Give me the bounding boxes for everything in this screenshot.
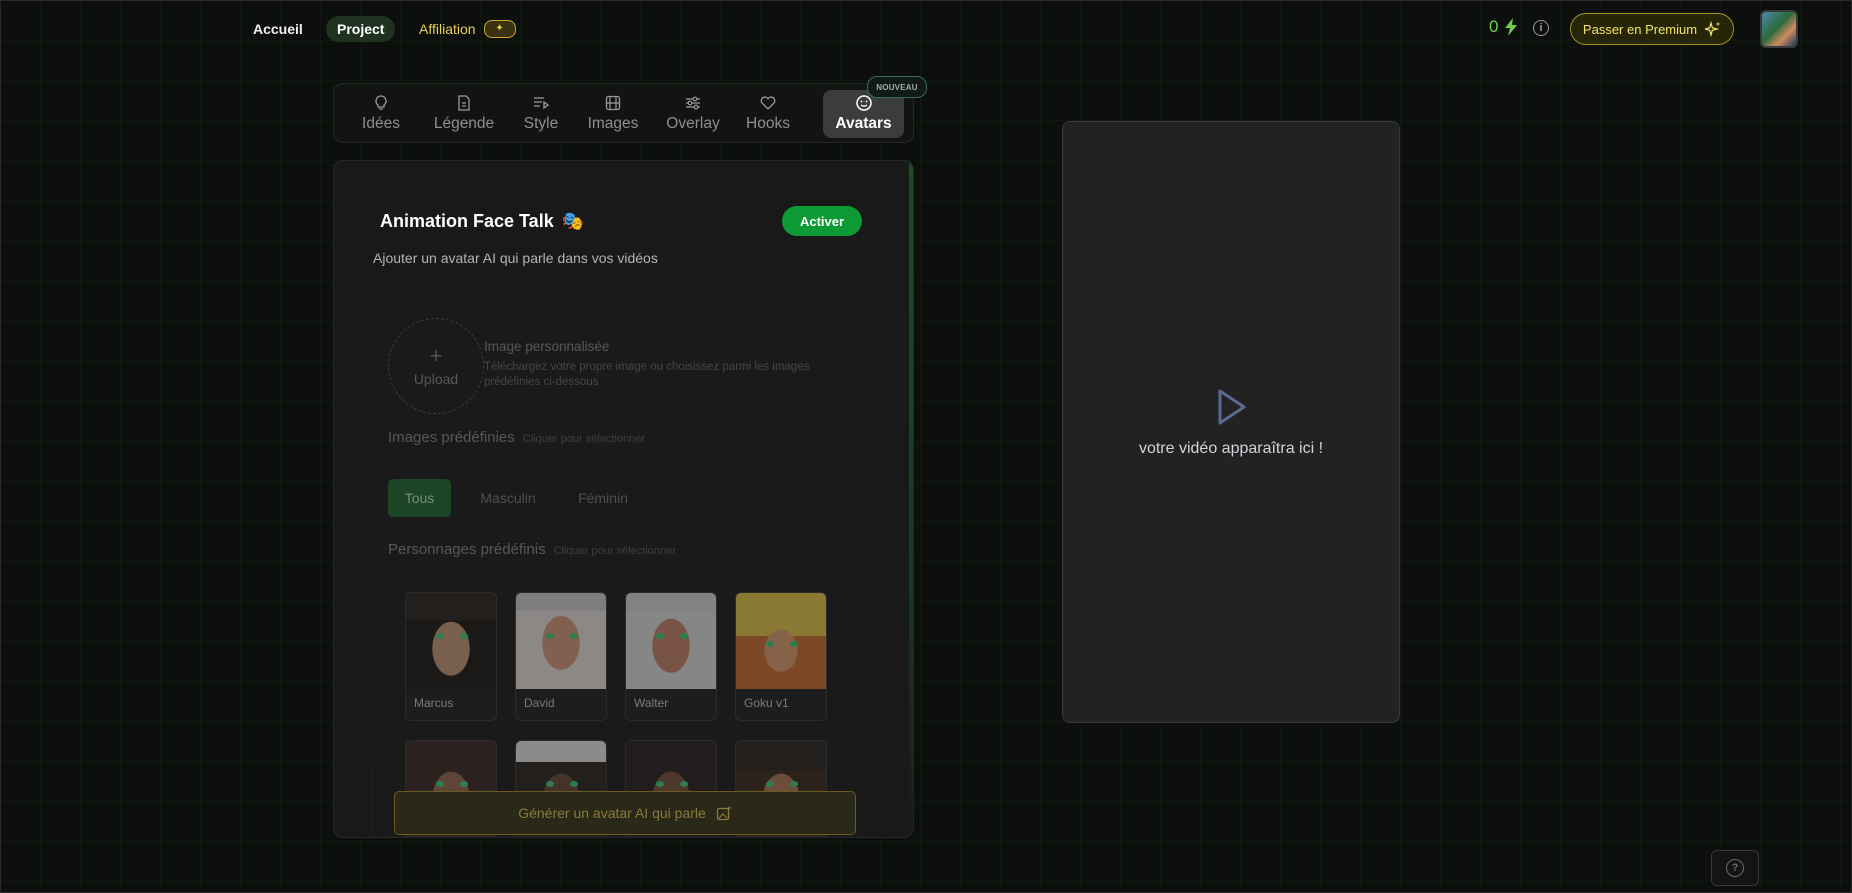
info-icon[interactable]: i: [1533, 20, 1549, 36]
panel-title-text: Animation Face Talk: [380, 211, 554, 231]
predefined-characters-heading: Personnages prédéfinis Cliquer pour sélec…: [388, 541, 676, 558]
heart-icon: [760, 96, 776, 110]
tab-label: Style: [523, 115, 559, 132]
top-nav: Accueil Project Affiliation ✦ 0 i Passer…: [0, 0, 1852, 58]
tab-label: Overlay: [666, 115, 720, 132]
sparkle-icon: ✦: [483, 20, 516, 38]
character-card-marcus[interactable]: Marcus: [405, 592, 497, 721]
image-sparkle-icon: [716, 805, 732, 821]
text-style-icon: [534, 97, 549, 110]
tab-style[interactable]: Style: [516, 90, 566, 138]
filter-masculin[interactable]: Masculin: [463, 479, 553, 517]
panel-subtitle: Ajouter un avatar AI qui parle dans vos …: [373, 250, 658, 266]
predefined-images-hint: Cliquer pour sélectionner: [522, 433, 646, 445]
plus-icon: +: [429, 343, 443, 368]
tab-label: Idées: [362, 115, 400, 132]
nav-affiliation[interactable]: Affiliation ✦: [419, 16, 516, 42]
character-name: Goku v1: [744, 696, 789, 710]
filter-tous[interactable]: Tous: [388, 479, 451, 517]
tab-overlay[interactable]: Overlay: [657, 90, 729, 138]
activate-button[interactable]: Activer: [782, 206, 862, 236]
editor-tabs: Idées Légende Style Images Overlay Hooks…: [333, 76, 927, 143]
character-name: Marcus: [414, 696, 454, 710]
premium-label: Passer en Premium: [1582, 21, 1698, 37]
predefined-characters-title: Personnages prédéfinis: [388, 541, 546, 558]
character-image: [406, 593, 496, 689]
window-frame: [0, 0, 1852, 893]
generate-avatar-button[interactable]: Générer un avatar AI qui parle: [394, 791, 856, 835]
credits-value: 0: [1489, 17, 1499, 36]
nav-project[interactable]: Project: [326, 16, 396, 42]
profile-avatar[interactable]: [1760, 10, 1798, 48]
film-icon: [605, 95, 621, 111]
custom-image-description: Téléchargez votre propre image ou choisi…: [484, 361, 810, 388]
sparkles-icon: [1705, 21, 1721, 37]
generate-avatar-label: Générer un avatar AI qui parle: [518, 805, 706, 821]
character-name: Walter: [634, 696, 669, 710]
avatar-panel: Animation Face Talk 🎭 Activer Ajouter un…: [333, 160, 914, 838]
nav-accueil[interactable]: Accueil: [253, 16, 303, 42]
character-card-goku[interactable]: Goku v1: [735, 592, 827, 721]
smiley-icon: [855, 95, 872, 111]
help-button[interactable]: ?: [1711, 850, 1759, 886]
tab-avatars[interactable]: Avatars NOUVEAU: [823, 76, 927, 138]
upload-button[interactable]: + Upload: [388, 318, 484, 414]
custom-image-title: Image personnalisée: [484, 339, 610, 354]
help-icon: ?: [1726, 859, 1744, 877]
tab-label: Légende: [433, 115, 495, 132]
tab-idees[interactable]: Idées: [356, 90, 406, 138]
tab-images[interactable]: Images: [580, 90, 646, 138]
predefined-characters-hint: Cliquer pour sélectionner: [553, 545, 676, 557]
predefined-images-heading: Images prédéfinies Cliquer pour sélection…: [388, 429, 645, 446]
predefined-images-title: Images prédéfinies: [388, 429, 515, 446]
theater-masks-icon: 🎭: [561, 211, 585, 231]
play-icon[interactable]: [1215, 387, 1249, 427]
tab-legende[interactable]: Légende: [424, 90, 504, 138]
character-image: [626, 593, 716, 689]
lightbulb-icon: [375, 95, 387, 110]
preview-placeholder: votre vidéo apparaîtra ici !: [1138, 440, 1324, 457]
lightning-icon: [1505, 18, 1518, 36]
credits-counter: 0: [1489, 17, 1518, 37]
video-preview: votre vidéo apparaîtra ici !: [1062, 121, 1400, 723]
premium-button[interactable]: Passer en Premium: [1570, 13, 1734, 45]
character-name: David: [524, 696, 555, 710]
upload-label: Upload: [413, 371, 459, 387]
avatar-settings: + Upload Image personnalisée Téléchargez…: [372, 288, 860, 837]
character-image: [736, 593, 826, 689]
panel-scroll-edge: [909, 161, 913, 837]
tab-label: Avatars: [835, 115, 892, 132]
nav-affiliation-label: Affiliation: [419, 21, 476, 37]
sliders-icon: [686, 96, 700, 110]
tab-label: Images: [587, 115, 639, 132]
document-icon: [458, 95, 470, 111]
new-badge: NOUVEAU: [867, 76, 927, 98]
character-card-walter[interactable]: Walter: [625, 592, 717, 721]
tab-label: Hooks: [746, 115, 790, 132]
character-card-david[interactable]: David: [515, 592, 607, 721]
panel-title: Animation Face Talk 🎭: [380, 211, 584, 232]
filter-feminin[interactable]: Féminin: [563, 479, 643, 517]
tab-hooks[interactable]: Hooks: [738, 90, 798, 138]
character-image: [516, 593, 606, 689]
